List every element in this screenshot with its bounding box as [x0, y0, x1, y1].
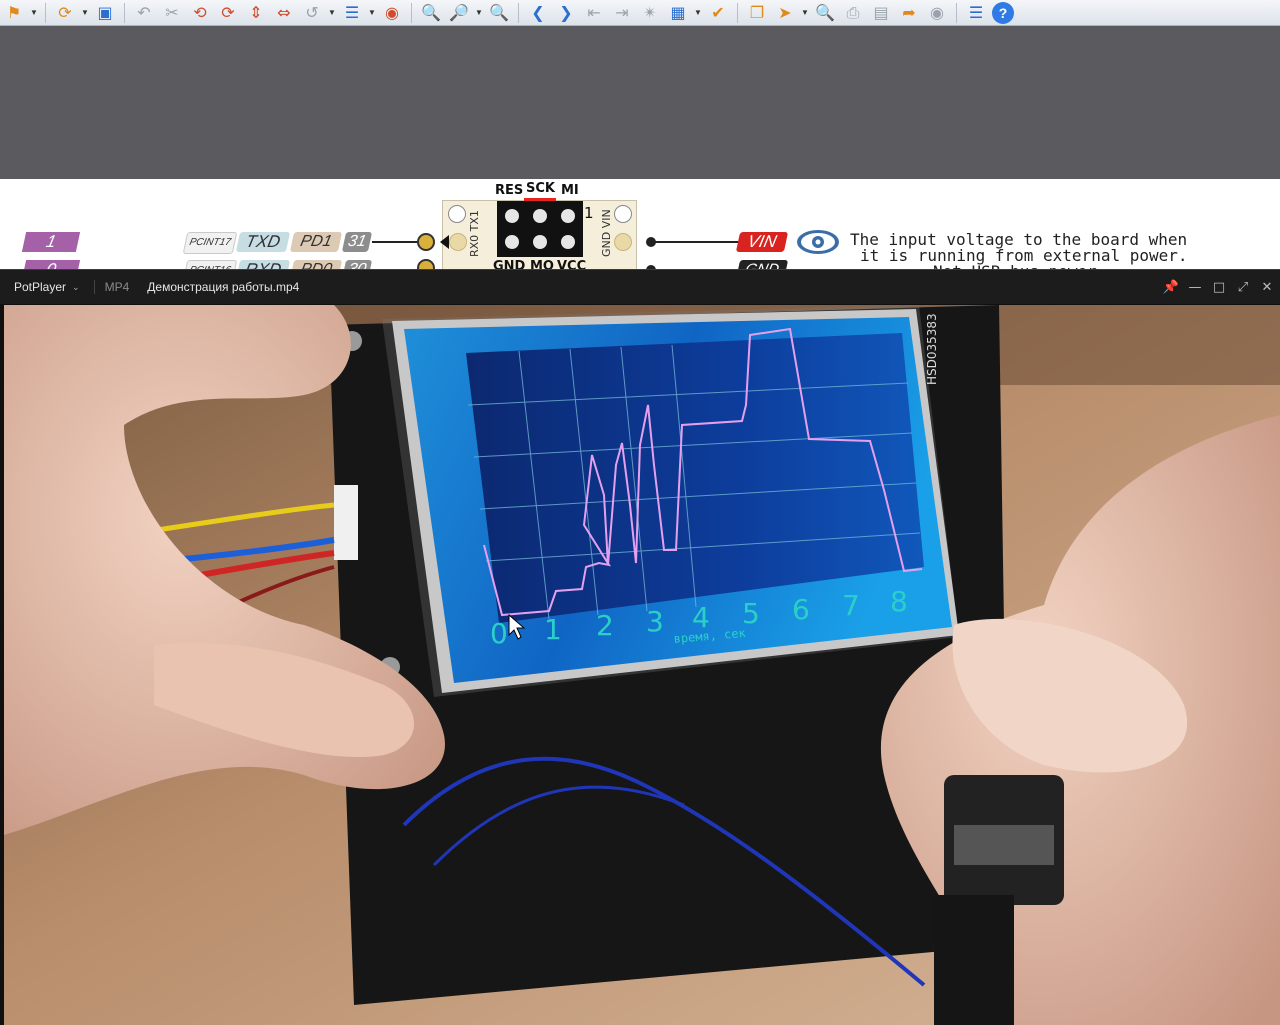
undo-icon[interactable]: ↶	[132, 2, 156, 24]
format-label: MP4	[93, 280, 129, 294]
chevron-down-icon[interactable]: ▼	[368, 8, 376, 17]
scope-tick-label: 8	[890, 585, 908, 618]
thumbnails-icon[interactable]: ▦	[666, 2, 690, 24]
minimize-icon[interactable]: —	[1188, 280, 1202, 295]
scope-tick-label: 1	[544, 613, 562, 646]
chevron-down-icon[interactable]: ▼	[81, 8, 89, 17]
pinout-diagram: 1 PCINT17 TXD PD1 31 0 PCINT16 RXD PD0 3…	[0, 179, 1280, 271]
isp-pin	[505, 235, 519, 249]
isp-pin	[533, 209, 547, 223]
board-vertical-label: GND VIN	[600, 209, 613, 257]
scope-tick-label: 3	[646, 605, 664, 638]
main-toolbar: ⚑ ▼ ⟳ ▼ ▣ ↶ ✂ ⟲ ⟳ ⇕ ⇔ ↺ ▼ ☰ ▼ ◉ 🔍 🔎 ▼ 🔍 …	[0, 0, 1280, 26]
board-pad	[614, 233, 632, 251]
isp-label: MI	[561, 183, 579, 198]
video-frame[interactable]: 012345678 время, сек HSD035383	[4, 305, 1280, 1025]
isp-label: RES	[495, 183, 524, 198]
search-icon[interactable]: 🔍	[813, 2, 837, 24]
pin-number-label: 1	[21, 232, 81, 252]
isp-label: SCK	[526, 181, 555, 196]
toolbar-separator	[45, 2, 46, 23]
pin-connector-line	[652, 241, 740, 243]
properties-icon[interactable]: ☰	[964, 2, 988, 24]
transform-icon[interactable]: ↺	[300, 2, 324, 24]
rotate-cw-icon[interactable]: ⟳	[216, 2, 240, 24]
chevron-down-icon[interactable]: ▼	[475, 8, 483, 17]
port-tag: PD1	[289, 232, 343, 252]
print-icon[interactable]: ⎙	[841, 2, 865, 24]
vin-tag: VIN	[735, 232, 789, 252]
pcint-tag: PCINT17	[182, 232, 238, 254]
video-scene: 012345678 время, сек HSD035383	[4, 305, 1280, 1025]
checkmark-icon[interactable]: ✔	[706, 2, 730, 24]
player-titlebar[interactable]: PotPlayer ⌄ MP4 Демонстрация работы.mp4 …	[0, 270, 1280, 304]
flip-icon[interactable]: ⇕	[244, 2, 268, 24]
copy-icon[interactable]: ❐	[745, 2, 769, 24]
toolbar-separator	[956, 2, 957, 23]
maximize-icon[interactable]: □	[1212, 280, 1226, 295]
cut-icon[interactable]: ✂	[160, 2, 184, 24]
potplayer-window[interactable]: PotPlayer ⌄ MP4 Демонстрация работы.mp4 …	[0, 269, 1280, 1025]
window-controls: 📌 — □ ⤢ ✕	[1163, 270, 1274, 304]
scope-tick-label: 7	[842, 589, 860, 622]
isp-pin	[561, 209, 575, 223]
color-icon[interactable]: ◉	[380, 2, 404, 24]
function-tag: TXD	[235, 232, 291, 252]
export-icon[interactable]: ➦	[897, 2, 921, 24]
last-icon[interactable]: ⇥	[610, 2, 634, 24]
canvas-background	[0, 27, 1280, 179]
app-name: PotPlayer	[14, 280, 67, 294]
mounting-hole	[448, 205, 466, 223]
pin-index-tag: 31	[341, 232, 373, 252]
camera-icon[interactable]: ◉	[925, 2, 949, 24]
zoom-fit-icon[interactable]: 🔍	[487, 2, 511, 24]
zoom-in-icon[interactable]: 🔍	[419, 2, 443, 24]
toolbar-separator	[124, 2, 125, 23]
toolbar-separator	[518, 2, 519, 23]
chevron-down-icon[interactable]: ▼	[801, 8, 809, 17]
isp-header	[497, 201, 583, 257]
board-pad	[449, 233, 467, 251]
display-model-label: HSD035383	[925, 313, 939, 385]
scope-tick-label: 0	[490, 617, 508, 650]
pin-connector-line	[372, 241, 418, 243]
board-vertical-label: RX0 TX1	[468, 210, 481, 257]
save-icon[interactable]: ▣	[93, 2, 117, 24]
file-name: Демонстрация работы.mp4	[147, 280, 300, 294]
zoom-out-icon[interactable]: 🔎	[447, 2, 471, 24]
scope-tick-label: 2	[596, 609, 614, 642]
previous-icon[interactable]: ❮	[526, 2, 550, 24]
open-icon[interactable]: ⟳	[53, 2, 77, 24]
slideshow-icon[interactable]: ✴	[638, 2, 662, 24]
pin-pad	[417, 233, 435, 251]
pin-icon[interactable]: 📌	[1163, 280, 1179, 295]
move-icon[interactable]: ➤	[773, 2, 797, 24]
isp-pin1-label: 1	[584, 204, 594, 222]
mirror-icon[interactable]: ⇔	[272, 2, 296, 24]
arrow-left-icon	[440, 235, 449, 249]
chevron-down-icon[interactable]: ▼	[328, 8, 336, 17]
tag-icon[interactable]: ⚑	[2, 2, 26, 24]
app-menu-button[interactable]: PotPlayer ⌄	[0, 280, 80, 294]
first-icon[interactable]: ⇤	[582, 2, 606, 24]
toolbar-separator	[737, 2, 738, 23]
adjust-icon[interactable]: ☰	[340, 2, 364, 24]
rotate-ccw-icon[interactable]: ⟲	[188, 2, 212, 24]
chevron-down-icon[interactable]: ▼	[30, 8, 38, 17]
chevron-down-icon[interactable]: ▼	[694, 8, 702, 17]
connector	[334, 485, 358, 560]
isp-pin	[533, 235, 547, 249]
fullscreen-icon[interactable]: ⤢	[1236, 280, 1250, 295]
isp-pin	[561, 235, 575, 249]
help-icon[interactable]: ?	[992, 1, 1014, 24]
eye-icon	[797, 230, 839, 254]
chevron-down-icon: ⌄	[72, 281, 80, 292]
scan-icon[interactable]: ▤	[869, 2, 893, 24]
scope-tick-label: 6	[792, 593, 810, 626]
close-icon[interactable]: ✕	[1260, 280, 1274, 295]
mounting-hole	[614, 205, 632, 223]
next-icon[interactable]: ❯	[554, 2, 578, 24]
isp-pin	[505, 209, 519, 223]
toolbar-separator	[411, 2, 412, 23]
